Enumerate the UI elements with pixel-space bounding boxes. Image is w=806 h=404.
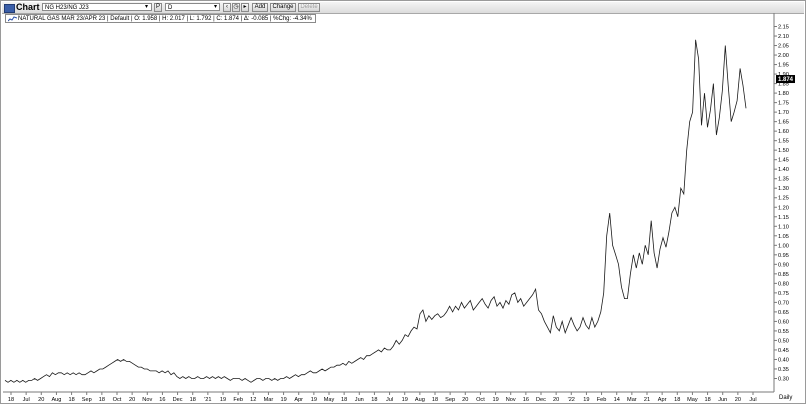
x-axis: 18 Jul 20 Aug 18 Sep 18 Oct 20 Nov 16 Dec 18 '21 19 Feb… [8, 392, 757, 403]
y-tick-label: 1.50 [778, 148, 789, 154]
y-tick-label: 0.45 [778, 348, 789, 354]
x-tick-label: 18 [674, 397, 680, 403]
x-tick-label: Jul [23, 397, 30, 403]
x-tick-label: Mar [627, 397, 637, 403]
x-tick-label: 21 [644, 397, 650, 403]
period-label: Daily [779, 395, 793, 401]
x-tick-label: Sep [445, 397, 455, 403]
x-tick-label: 20 [38, 397, 44, 403]
y-tick-label: 0.35 [778, 367, 789, 373]
y-tick-label: 0.85 [778, 272, 789, 278]
y-tick-label: 1.15 [778, 215, 789, 221]
x-tick-label: May [324, 397, 335, 403]
x-tick-label: 19 [402, 397, 408, 403]
x-tick-label: Jul [386, 397, 393, 403]
x-tick-label: 18 [432, 397, 438, 403]
last-price-tag-text: 1.874 [778, 77, 794, 83]
x-tick-label: Nov [142, 397, 152, 403]
y-tick-label: 1.25 [778, 196, 789, 202]
y-tick-label: 1.35 [778, 177, 789, 183]
x-tick-label: 18 [371, 397, 377, 403]
x-tick-label: 18 [99, 397, 105, 403]
x-tick-label: Oct [476, 397, 485, 403]
x-tick-label: 18 [704, 397, 710, 403]
y-tick-label: 1.00 [778, 243, 789, 249]
x-tick-label: 19 [583, 397, 589, 403]
y-tick-label: 0.50 [778, 338, 789, 344]
price-chart[interactable]: 0.30 0.35 0.40 0.45 0.50 0.55 0.60 0.65 0.70 0.75… [1, 1, 805, 403]
y-tick-label: 2.15 [778, 25, 789, 31]
x-tick-label: 18 [8, 397, 14, 403]
y-tick-label: 0.80 [778, 281, 789, 287]
x-tick-label: 19 [280, 397, 286, 403]
y-tick-label: 1.95 [778, 63, 789, 69]
y-tick-label: 1.40 [778, 167, 789, 173]
y-tick-label: 0.95 [778, 253, 789, 259]
y-tick-label: 0.65 [778, 310, 789, 316]
x-tick-label: 20 [553, 397, 559, 403]
y-tick-label: 0.75 [778, 291, 789, 297]
x-tick-label: Aug [415, 397, 425, 403]
x-tick-label: 20 [735, 397, 741, 403]
x-tick-label: Sep [82, 397, 92, 403]
x-tick-label: Oct [113, 397, 122, 403]
y-tick-label: 1.70 [778, 110, 789, 116]
x-tick-label: '21 [204, 397, 211, 403]
x-tick-label: 19 [220, 397, 226, 403]
y-tick-label: 1.20 [778, 205, 789, 211]
x-tick-label: 19 [492, 397, 498, 403]
x-tick-label: Aug [51, 397, 61, 403]
last-price-tag: 1.874 [776, 75, 795, 84]
x-tick-label: Feb [597, 397, 607, 403]
y-tick-label: 1.65 [778, 120, 789, 126]
x-tick-label: '22 [568, 397, 575, 403]
x-tick-label: 20 [129, 397, 135, 403]
y-tick-label: 1.75 [778, 101, 789, 107]
y-tick-label: 1.05 [778, 234, 789, 240]
y-tick-label: 1.55 [778, 139, 789, 145]
y-tick-label: 1.30 [778, 186, 789, 192]
x-tick-label: Apr [294, 397, 303, 403]
x-tick-label: 19 [311, 397, 317, 403]
x-tick-label: Mar [264, 397, 274, 403]
price-line [4, 39, 747, 383]
x-tick-label: Jul [749, 397, 756, 403]
x-tick-label: 18 [68, 397, 74, 403]
x-tick-label: Jun [718, 397, 727, 403]
y-tick-label: 0.55 [778, 329, 789, 335]
chart-window: Chart NG H23/NG J23 ▾ P D ▾ ‹ ◷ ▸ Add Ch… [0, 0, 806, 404]
x-tick-label: 16 [523, 397, 529, 403]
x-tick-label: Feb [233, 397, 243, 403]
x-tick-label: 20 [462, 397, 468, 403]
x-tick-label: 18 [341, 397, 347, 403]
x-tick-label: Dec [536, 397, 546, 403]
x-tick-label: 12 [250, 397, 256, 403]
x-tick-label: 18 [190, 397, 196, 403]
y-tick-label: 2.00 [778, 53, 789, 59]
y-tick-label: 1.80 [778, 91, 789, 97]
x-tick-label: Apr [658, 397, 667, 403]
y-tick-label: 0.60 [778, 319, 789, 325]
x-tick-label: Nov [506, 397, 516, 403]
x-tick-label: Jun [355, 397, 364, 403]
y-tick-label: 0.40 [778, 357, 789, 363]
y-tick-label: 2.05 [778, 44, 789, 50]
y-tick-label: 0.70 [778, 300, 789, 306]
y-tick-label: 0.90 [778, 262, 789, 268]
y-tick-label: 1.45 [778, 158, 789, 164]
x-tick-label: 14 [614, 397, 620, 403]
x-tick-label: Dec [173, 397, 183, 403]
x-tick-label: May [687, 397, 698, 403]
y-tick-label: 0.30 [778, 376, 789, 382]
y-tick-label: 1.60 [778, 129, 789, 135]
x-tick-label: 16 [159, 397, 165, 403]
y-tick-label: 2.10 [778, 34, 789, 40]
y-tick-label: 1.10 [778, 224, 789, 230]
